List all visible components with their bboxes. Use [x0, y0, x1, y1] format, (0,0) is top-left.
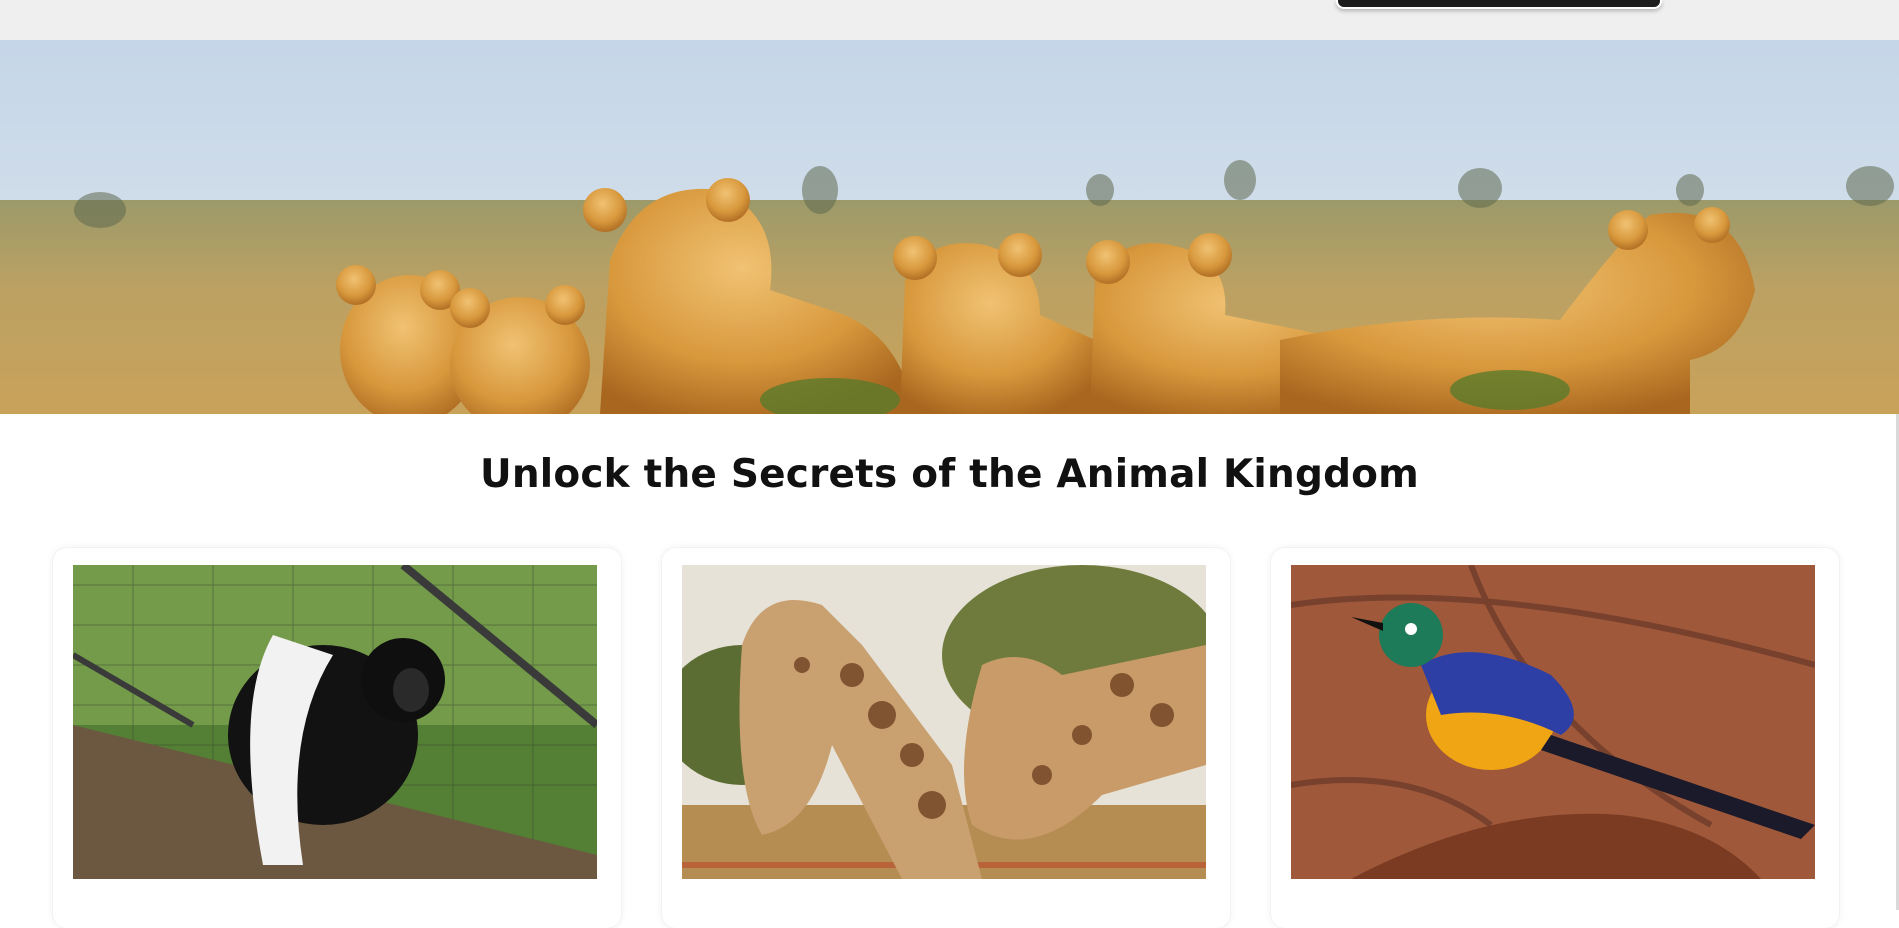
lion-pride-image [0, 40, 1899, 414]
top-bar [0, 0, 1899, 40]
card-photo[interactable] [1291, 565, 1815, 879]
giraffes-image [682, 565, 1206, 879]
colobus-monkey-image [73, 565, 597, 879]
starling-bird-image [1291, 565, 1815, 879]
top-thumbnail[interactable] [1336, 0, 1662, 9]
animal-card-bird[interactable] [1271, 548, 1839, 928]
animal-card-monkey[interactable] [53, 548, 621, 928]
animal-card-giraffe[interactable] [662, 548, 1230, 928]
card-photo[interactable] [73, 565, 597, 879]
page-headline: Unlock the Secrets of the Animal Kingdom [479, 452, 1420, 497]
card-photo[interactable] [682, 565, 1206, 879]
hero-banner [0, 40, 1899, 414]
